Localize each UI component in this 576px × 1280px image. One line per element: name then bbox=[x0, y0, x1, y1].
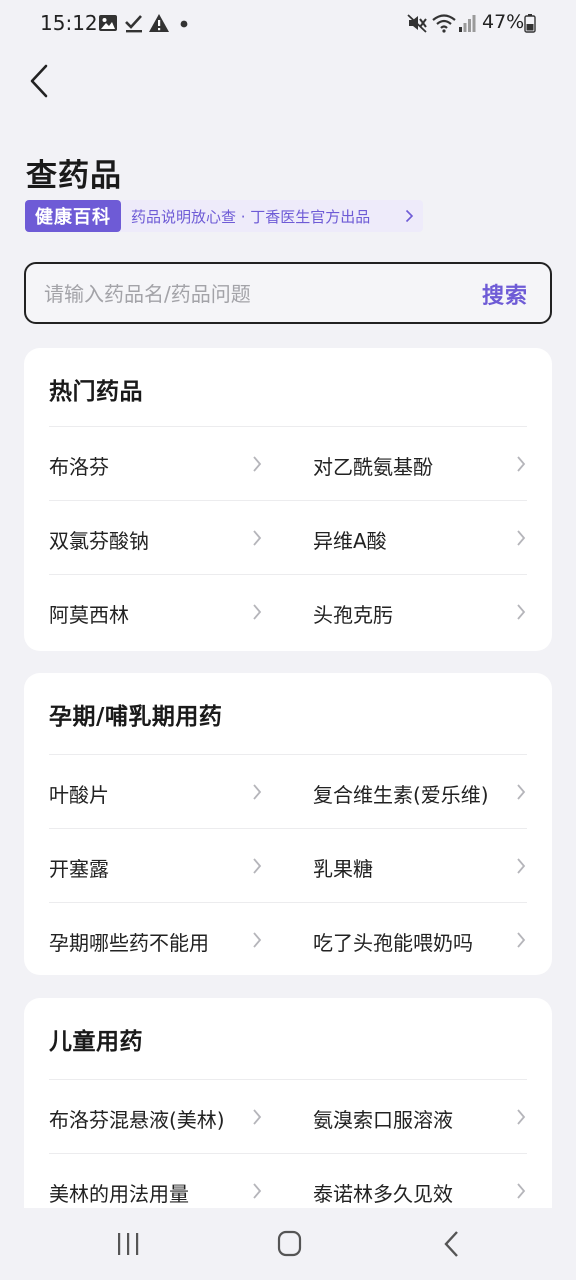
section-title: 热门药品 bbox=[49, 379, 143, 405]
chevron-right-icon bbox=[253, 784, 262, 800]
drug-item[interactable]: 双氯芬酸钠 bbox=[49, 501, 262, 575]
chevron-right-icon bbox=[253, 456, 262, 472]
brand-banner[interactable]: 健康百科 药品说明放心查 · 丁香医生官方出品 bbox=[25, 200, 423, 232]
drug-item-label: 异维A酸 bbox=[313, 529, 387, 553]
drug-item-label: 复合维生素(爱乐维) bbox=[313, 783, 489, 807]
recent-apps-button[interactable] bbox=[98, 1228, 158, 1260]
signal-icon bbox=[459, 15, 476, 32]
drug-item-label: 叶酸片 bbox=[49, 783, 109, 807]
chevron-right-icon bbox=[517, 530, 526, 546]
dot-icon bbox=[180, 20, 188, 28]
chevron-right-icon bbox=[253, 604, 262, 620]
brand-badge: 健康百科 bbox=[25, 200, 121, 232]
drug-item[interactable]: 孕期哪些药不能用 bbox=[49, 903, 262, 975]
nav-back-button[interactable] bbox=[422, 1228, 482, 1260]
app-root: 15:12 47% 查药品 健康百科 药品说明放心查 · 丁香医生官方出品 请输… bbox=[0, 0, 576, 1280]
check-icon bbox=[125, 15, 142, 33]
drug-item[interactable]: 头孢克肟 bbox=[313, 575, 526, 649]
card-row: 双氯芬酸钠 异维A酸 bbox=[49, 500, 527, 574]
section-title: 孕期/哺乳期用药 bbox=[49, 704, 223, 730]
drug-item-label: 对乙酰氨基酚 bbox=[313, 455, 433, 479]
home-button[interactable] bbox=[259, 1228, 319, 1260]
drug-item-label: 吃了头孢能喂奶吗 bbox=[313, 931, 473, 955]
mute-icon bbox=[407, 14, 427, 33]
card-row: 孕期哪些药不能用 吃了头孢能喂奶吗 bbox=[49, 902, 527, 975]
wifi-icon bbox=[432, 14, 456, 33]
card-row: 布洛芬 对乙酰氨基酚 bbox=[49, 426, 527, 500]
chevron-right-icon bbox=[517, 1109, 526, 1125]
battery-percent: 47% bbox=[482, 11, 525, 33]
card-row: 阿莫西林 头孢克肟 bbox=[49, 574, 527, 648]
search-input[interactable] bbox=[44, 276, 444, 312]
back-arrow-icon bbox=[30, 64, 48, 98]
chevron-right-icon bbox=[517, 932, 526, 948]
drug-item-label: 布洛芬 bbox=[49, 455, 109, 479]
drug-item-label: 开塞露 bbox=[49, 857, 109, 881]
chevron-right-icon bbox=[253, 1183, 262, 1199]
brand-text: 药品说明放心查 · 丁香医生官方出品 bbox=[131, 207, 371, 226]
chevron-right-icon bbox=[517, 456, 526, 472]
drug-item-label: 双氯芬酸钠 bbox=[49, 529, 149, 553]
chevron-right-icon bbox=[253, 932, 262, 948]
drug-item[interactable]: 布洛芬混悬液(美林) bbox=[49, 1080, 262, 1154]
card-row: 叶酸片 复合维生素(爱乐维) bbox=[49, 754, 527, 828]
section-hot-drugs: 热门药品 布洛芬 对乙酰氨基酚 双氯芬酸钠 异维A酸 阿莫西林 头孢克肟 bbox=[24, 348, 552, 651]
system-nav-bar bbox=[0, 1208, 576, 1280]
search-button[interactable]: 搜索 bbox=[482, 278, 528, 310]
drug-item-label: 美林的用法用量 bbox=[49, 1182, 189, 1206]
drug-item[interactable]: 氨溴索口服溶液 bbox=[313, 1080, 526, 1154]
search-box: 搜索 bbox=[24, 262, 552, 324]
drug-item[interactable]: 复合维生素(爱乐维) bbox=[313, 755, 526, 829]
back-button[interactable] bbox=[22, 58, 62, 104]
drug-item-label: 头孢克肟 bbox=[313, 603, 393, 627]
drug-item[interactable]: 异维A酸 bbox=[313, 501, 526, 575]
back-icon bbox=[444, 1231, 458, 1257]
drug-item-label: 阿莫西林 bbox=[49, 603, 129, 627]
drug-item-label: 泰诺林多久见效 bbox=[313, 1182, 453, 1206]
drug-item[interactable]: 乳果糖 bbox=[313, 829, 526, 903]
drug-item-label: 布洛芬混悬液(美林) bbox=[49, 1108, 225, 1132]
chevron-right-icon bbox=[517, 784, 526, 800]
status-bar: 15:12 47% bbox=[0, 0, 576, 48]
home-icon bbox=[277, 1230, 302, 1257]
recent-apps-icon bbox=[118, 1233, 139, 1255]
chevron-right-icon bbox=[517, 604, 526, 620]
image-icon bbox=[99, 15, 117, 31]
card-row: 开塞露 乳果糖 bbox=[49, 828, 527, 902]
chevron-right-icon bbox=[253, 858, 262, 874]
drug-item[interactable]: 叶酸片 bbox=[49, 755, 262, 829]
drug-item[interactable]: 开塞露 bbox=[49, 829, 262, 903]
card-row: 布洛芬混悬液(美林) 氨溴索口服溶液 bbox=[49, 1079, 527, 1153]
drug-item-label: 氨溴索口服溶液 bbox=[313, 1108, 453, 1132]
drug-item[interactable]: 吃了头孢能喂奶吗 bbox=[313, 903, 526, 975]
drug-item[interactable]: 布洛芬 bbox=[49, 427, 262, 501]
battery-icon bbox=[524, 14, 536, 33]
status-time: 15:12 bbox=[40, 11, 98, 35]
chevron-right-icon bbox=[405, 209, 414, 223]
chevron-right-icon bbox=[517, 858, 526, 874]
section-title: 儿童用药 bbox=[49, 1029, 143, 1055]
drug-item-label: 乳果糖 bbox=[313, 857, 373, 881]
drug-item[interactable]: 阿莫西林 bbox=[49, 575, 262, 649]
chevron-right-icon bbox=[253, 530, 262, 546]
chevron-right-icon bbox=[253, 1109, 262, 1125]
drug-item[interactable]: 对乙酰氨基酚 bbox=[313, 427, 526, 501]
section-pregnancy-drugs: 孕期/哺乳期用药 叶酸片 复合维生素(爱乐维) 开塞露 乳果糖 孕期哪些药不能用… bbox=[24, 673, 552, 975]
warning-icon bbox=[149, 14, 169, 32]
page-title: 查药品 bbox=[26, 158, 122, 194]
drug-item-label: 孕期哪些药不能用 bbox=[49, 931, 209, 955]
chevron-right-icon bbox=[517, 1183, 526, 1199]
